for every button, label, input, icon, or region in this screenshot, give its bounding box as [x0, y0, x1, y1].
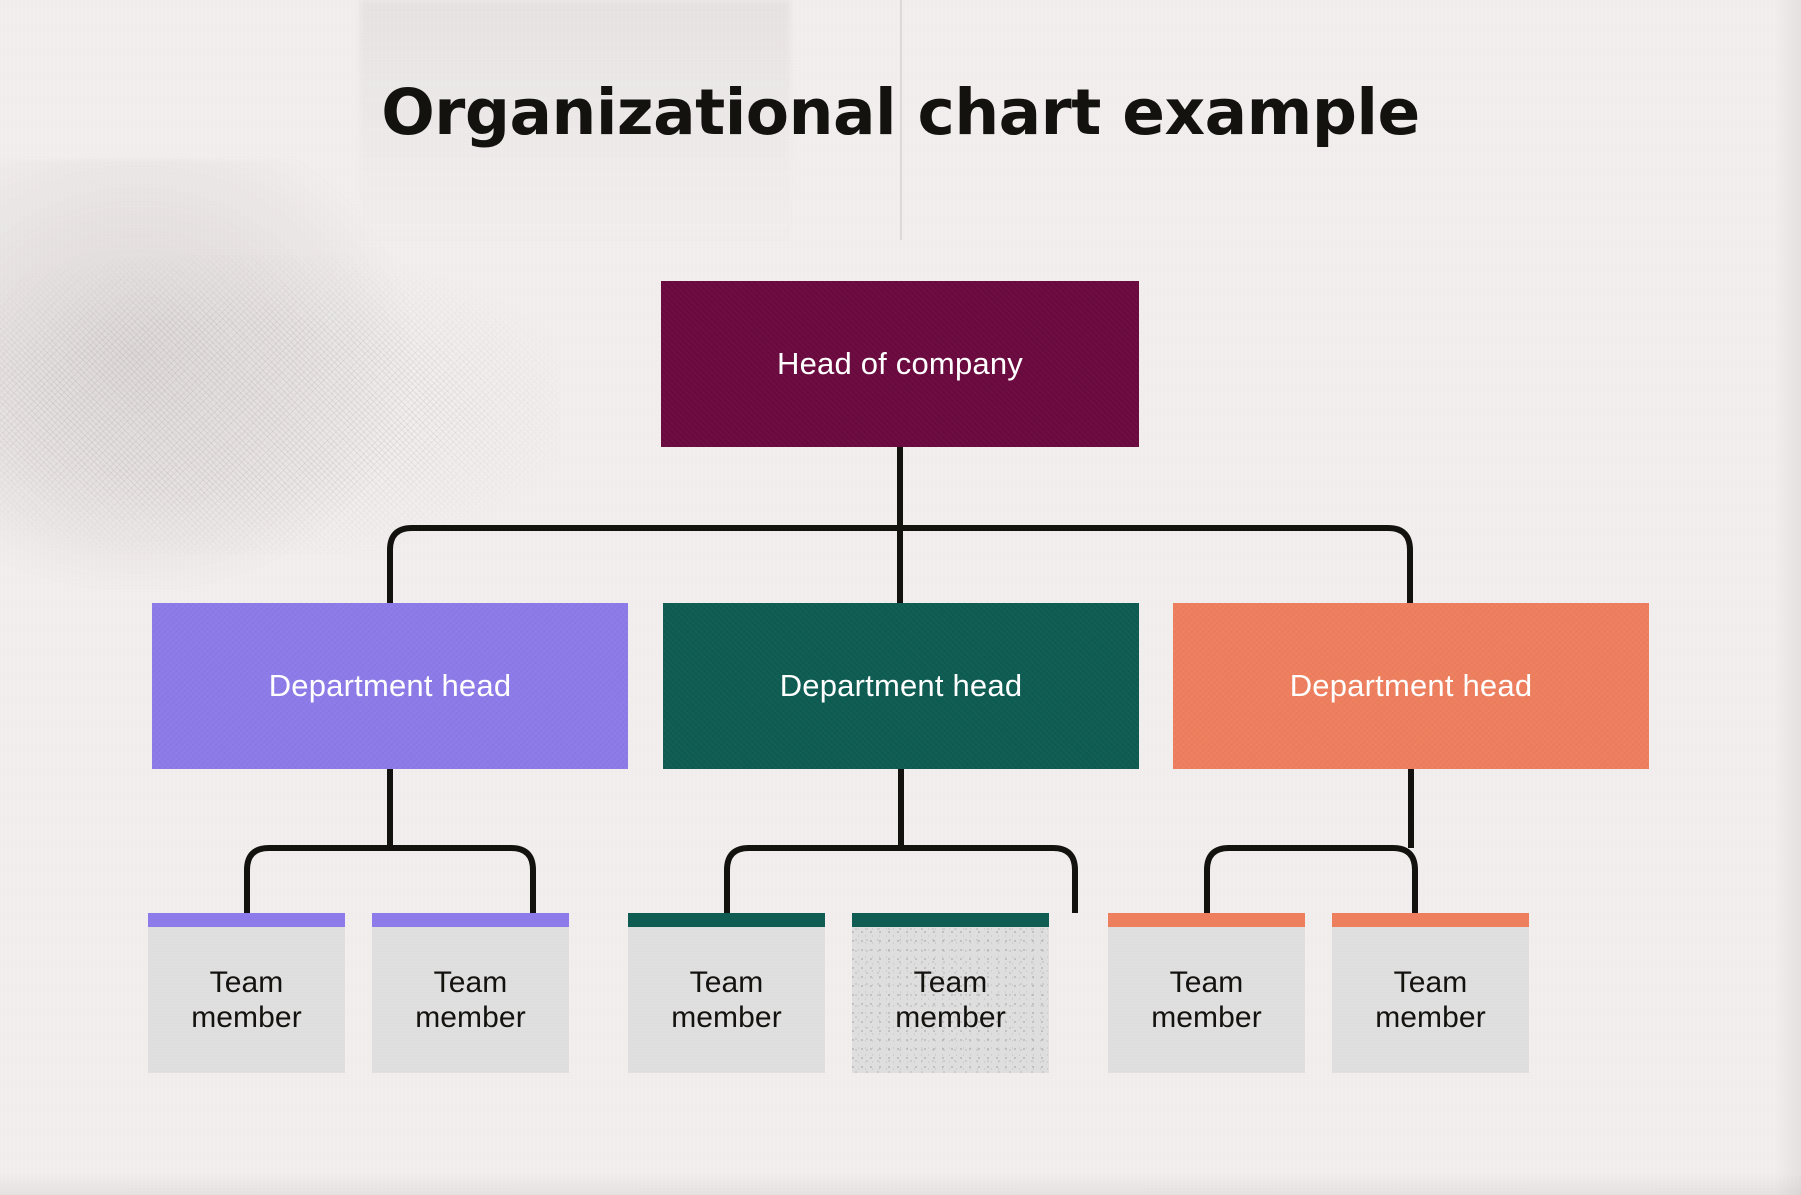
- node-label-department-head-1: Department head: [268, 668, 512, 703]
- team-member-line-1: Team: [689, 965, 764, 999]
- node-label-team-member-6: Team member: [1375, 965, 1486, 1035]
- node-head-of-company[interactable]: Head of company: [661, 281, 1139, 447]
- page-title: Organizational chart example: [381, 76, 1420, 149]
- team-member-line-2: member: [1375, 1001, 1486, 1034]
- node-department-head-1[interactable]: Department head: [152, 603, 628, 769]
- accent-bar-team-member-1: [148, 913, 345, 927]
- node-label-head-of-company: Head of company: [777, 346, 1023, 381]
- accent-bar-team-member-6: [1332, 913, 1529, 927]
- accent-bar-team-member-4: [852, 913, 1049, 927]
- team-member-line-2: member: [1151, 1001, 1262, 1034]
- node-label-team-member-3: Team member: [671, 965, 782, 1035]
- node-team-member-5[interactable]: Team member: [1108, 913, 1305, 1073]
- edge-dept1-bus: [724, 845, 1078, 913]
- org-chart-canvas: Organizational chart example Head of com…: [0, 0, 1801, 1195]
- team-member-line-1: Team: [433, 965, 508, 999]
- accent-bar-team-member-2: [372, 913, 569, 927]
- team-member-line-1: Team: [913, 965, 988, 999]
- accent-bar-team-member-3: [628, 913, 825, 927]
- node-label-team-member-4: Team member: [895, 965, 1006, 1035]
- team-member-line-2: member: [671, 1001, 782, 1034]
- node-team-member-6[interactable]: Team member: [1332, 913, 1529, 1073]
- node-department-head-3[interactable]: Department head: [1173, 603, 1649, 769]
- accent-bar-team-member-5: [1108, 913, 1305, 927]
- team-member-line-1: Team: [209, 965, 284, 999]
- team-member-line-2: member: [191, 1001, 302, 1034]
- node-label-team-member-5: Team member: [1151, 965, 1262, 1035]
- node-label-team-member-1: Team member: [191, 965, 302, 1035]
- node-team-member-2[interactable]: Team member: [372, 913, 569, 1073]
- node-team-member-1[interactable]: Team member: [148, 913, 345, 1073]
- edge-dept0-bus: [244, 845, 536, 913]
- team-member-line-1: Team: [1169, 965, 1244, 999]
- team-member-line-2: member: [895, 1001, 1006, 1034]
- node-team-member-3[interactable]: Team member: [628, 913, 825, 1073]
- node-label-department-head-3: Department head: [1289, 668, 1533, 703]
- node-label-team-member-2: Team member: [415, 965, 526, 1035]
- edge-dept2-bus: [1204, 845, 1418, 913]
- node-department-head-2[interactable]: Department head: [663, 603, 1139, 769]
- node-label-department-head-2: Department head: [779, 668, 1023, 703]
- team-member-line-2: member: [415, 1001, 526, 1034]
- team-member-line-1: Team: [1393, 965, 1468, 999]
- node-team-member-4[interactable]: Team member: [852, 913, 1049, 1073]
